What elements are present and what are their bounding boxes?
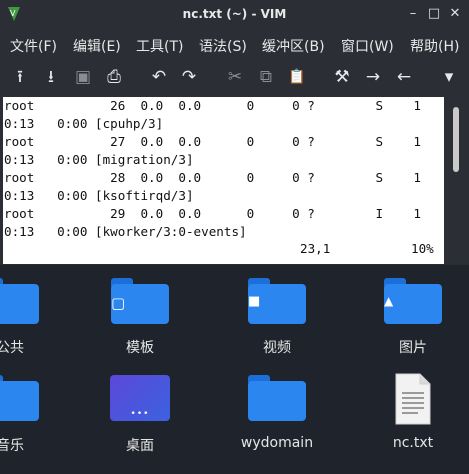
toolbar: ⭱ ⭳ ▣ ⎙ ↶ ↷ ✂ ⧉ 📋 ⚒ → ← ▾ [0,60,469,93]
text-line: root 29 0.0 0.0 0 0 ? I 1 [4,206,422,221]
undo-icon[interactable]: ↶ [148,66,170,88]
menu-window[interactable]: 窗口(W) [341,36,394,56]
paste-icon[interactable]: 📋 [286,66,308,88]
menu-buffers[interactable]: 缓冲区(B) [262,36,325,56]
text-line: 0:13 0:00 [migration/3] [4,152,194,167]
redo-icon[interactable]: ↷ [178,66,200,88]
cut-icon[interactable]: ✂ [224,66,246,88]
text-line: root 27 0.0 0.0 0 0 ? S 1 [4,134,422,149]
upload-icon[interactable]: ⭱ [9,66,31,88]
desktop-item-music[interactable]: ♫ 音乐 [0,375,65,470]
editor-text-area[interactable]: root 26 0.0 0.0 0 0 ? S 1 0:13 0:00 [cpu… [3,97,444,264]
desktop-item-wydomain[interactable]: wydomain [222,375,332,470]
menu-file[interactable]: 文件(F) [10,36,57,56]
desktop-item-templates[interactable]: ▢ 模板 [85,278,195,378]
scrollbar[interactable] [446,97,466,264]
text-line: root 28 0.0 0.0 0 0 ? S 1 [4,170,422,185]
menu-edit[interactable]: 编辑(E) [73,36,121,56]
desktop-item-nc-txt[interactable]: nc.txt [358,372,468,470]
copy-icon[interactable]: ⧉ [255,66,277,88]
text-line: 0:13 0:00 [cpuhp/3] [4,116,164,131]
forward-icon[interactable]: → [362,66,384,88]
desktop-item-videos[interactable]: ■ 视频 [222,278,332,378]
status-line: 23,1 10% [3,240,444,260]
title-bar[interactable]: V nc.txt (~) - VIM – □ ✕ [0,0,469,30]
text-line: 0:13 0:00 [kworker/3:0-events] [4,224,247,239]
save-icon[interactable]: ▣ [72,66,94,88]
text-line: 0:13 0:00 [ksoftirqd/3] [4,188,194,203]
scrollbar-thumb[interactable] [453,107,459,172]
scroll-percent: 10% [411,241,434,256]
menu-bar: 文件(F) 编辑(E) 工具(T) 语法(S) 缓冲区(B) 窗口(W) 帮助(… [0,30,469,58]
minimize-icon[interactable]: – [406,7,420,21]
desktop: 👥 公共 ▢ 模板 ■ 视频 ▲ 图片 ♫ 音乐 ••• 桌面 [0,265,469,474]
desktop-folder-icon: ••• [110,375,170,421]
print-icon[interactable]: ⎙ [103,66,125,88]
download-icon[interactable]: ⭳ [40,66,62,88]
menu-syntax[interactable]: 语法(S) [199,36,247,56]
back-icon[interactable]: ← [393,66,415,88]
close-icon[interactable]: ✕ [448,7,462,21]
desktop-item-public[interactable]: 👥 公共 [0,278,65,378]
menu-help[interactable]: 帮助(H) [410,36,459,56]
dropdown-icon[interactable]: ▾ [438,66,460,88]
text-file-icon [395,373,431,425]
maximize-icon[interactable]: □ [427,7,441,21]
desktop-item-desktop[interactable]: ••• 桌面 [85,375,195,470]
desktop-item-pictures[interactable]: ▲ 图片 [358,278,468,378]
tools-icon[interactable]: ⚒ [331,66,353,88]
vim-window: V nc.txt (~) - VIM – □ ✕ 文件(F) 编辑(E) 工具(… [0,0,469,266]
text-line: root 26 0.0 0.0 0 0 ? S 1 [4,98,422,113]
window-title: nc.txt (~) - VIM [182,7,287,21]
menu-tools[interactable]: 工具(T) [136,36,183,56]
cursor-position: 23,1 [300,241,331,256]
